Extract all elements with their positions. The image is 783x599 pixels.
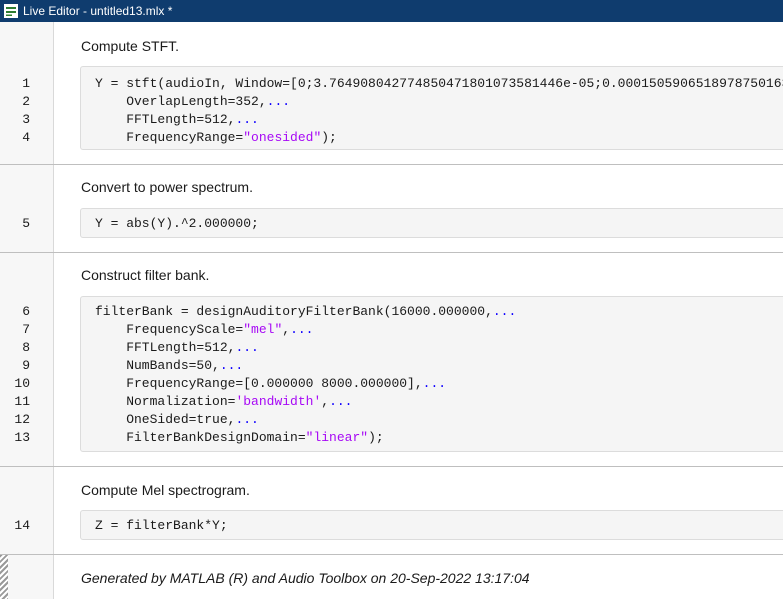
code-token: OverlapLength=352, (95, 94, 267, 109)
line-continuation: ... (492, 304, 517, 319)
code-token: Z = filterBank*Y; (95, 518, 228, 533)
line-continuation: ... (329, 394, 353, 409)
code-token: , (321, 394, 330, 409)
line-number: 7 (22, 322, 30, 337)
section-break-2 (0, 252, 783, 253)
code-line[interactable]: OverlapLength=352,... (95, 93, 783, 111)
section-hatch-marker (0, 555, 8, 599)
line-continuation: ... (422, 376, 447, 391)
code-token: OneSided=true, (95, 412, 236, 427)
code-line[interactable]: FilterBankDesignDomain="linear"); (95, 429, 783, 447)
code-line[interactable]: FrequencyScale="mel",... (95, 321, 783, 339)
code-line[interactable]: FrequencyRange="onesided"); (95, 129, 783, 147)
code-token: FFTLength=512, (95, 340, 236, 355)
code-token: FrequencyScale= (95, 322, 244, 337)
footer-generated-text: Generated by MATLAB (R) and Audio Toolbo… (81, 570, 530, 586)
text-mel-spectrogram[interactable]: Compute Mel spectrogram. (81, 482, 250, 498)
line-continuation: ... (266, 94, 291, 109)
code-token: ); (321, 130, 337, 145)
code-token: , (282, 322, 291, 337)
line-continuation: ... (235, 112, 259, 127)
line-number: 3 (22, 112, 30, 127)
code-line[interactable]: filterBank = designAuditoryFilterBank(16… (95, 303, 783, 321)
code-line[interactable]: FrequencyRange=[0.000000 8000.000000],..… (95, 375, 783, 393)
code-line[interactable]: Normalization='bandwidth',... (95, 393, 783, 411)
code-token: filterBank = designAuditoryFilterBank(16… (95, 304, 493, 319)
line-number: 11 (14, 394, 30, 409)
line-number: 8 (22, 340, 30, 355)
title-bar: Live Editor - untitled13.mlx * (0, 0, 783, 22)
code-token: Y = abs(Y).^2.000000; (95, 216, 259, 231)
code-line[interactable]: Y = abs(Y).^2.000000; (95, 215, 783, 233)
section-break-4 (0, 554, 783, 555)
line-number: 13 (14, 430, 30, 445)
live-editor-icon (4, 4, 18, 18)
line-number: 14 (14, 518, 30, 533)
string-literal: "mel" (243, 322, 283, 337)
string-literal: 'bandwidth' (235, 394, 322, 409)
code-token: FilterBankDesignDomain= (95, 430, 306, 445)
line-continuation: ... (290, 322, 314, 337)
window-title: Live Editor - untitled13.mlx * (23, 4, 173, 18)
text-compute-stft[interactable]: Compute STFT. (81, 38, 179, 54)
line-continuation: ... (235, 340, 259, 355)
line-number: 1 (22, 76, 30, 91)
section-break-1 (0, 164, 783, 165)
section-break-3 (0, 466, 783, 467)
code-token: ); (368, 430, 384, 445)
line-number: 5 (22, 216, 30, 231)
code-token: NumBands=50, (95, 358, 220, 373)
code-token: FrequencyRange=[0.000000 8000.000000], (95, 376, 423, 391)
string-literal: "onesided" (243, 130, 322, 145)
line-continuation: ... (219, 358, 244, 373)
code-line[interactable]: FFTLength=512,... (95, 339, 783, 357)
code-line[interactable]: FFTLength=512,... (95, 111, 783, 129)
string-literal: "linear" (305, 430, 369, 445)
code-line[interactable]: OneSided=true,... (95, 411, 783, 429)
line-number: 12 (14, 412, 30, 427)
code-token: Y = stft(audioIn, Window=[0;3.7649080427… (95, 76, 783, 91)
code-line[interactable]: NumBands=50,... (95, 357, 783, 375)
line-number: 10 (14, 376, 30, 391)
code-line[interactable]: Z = filterBank*Y; (95, 517, 783, 535)
code-token: FFTLength=512, (95, 112, 236, 127)
line-number: 9 (22, 358, 30, 373)
line-number: 4 (22, 130, 30, 145)
line-continuation: ... (235, 412, 259, 427)
text-power-spectrum[interactable]: Convert to power spectrum. (81, 179, 253, 195)
code-line[interactable]: Y = stft(audioIn, Window=[0;3.7649080427… (95, 75, 783, 93)
code-token: Normalization= (95, 394, 236, 409)
text-filter-bank[interactable]: Construct filter bank. (81, 267, 209, 283)
line-number: 2 (22, 94, 30, 109)
line-number: 6 (22, 304, 30, 319)
code-token: FrequencyRange= (95, 130, 244, 145)
